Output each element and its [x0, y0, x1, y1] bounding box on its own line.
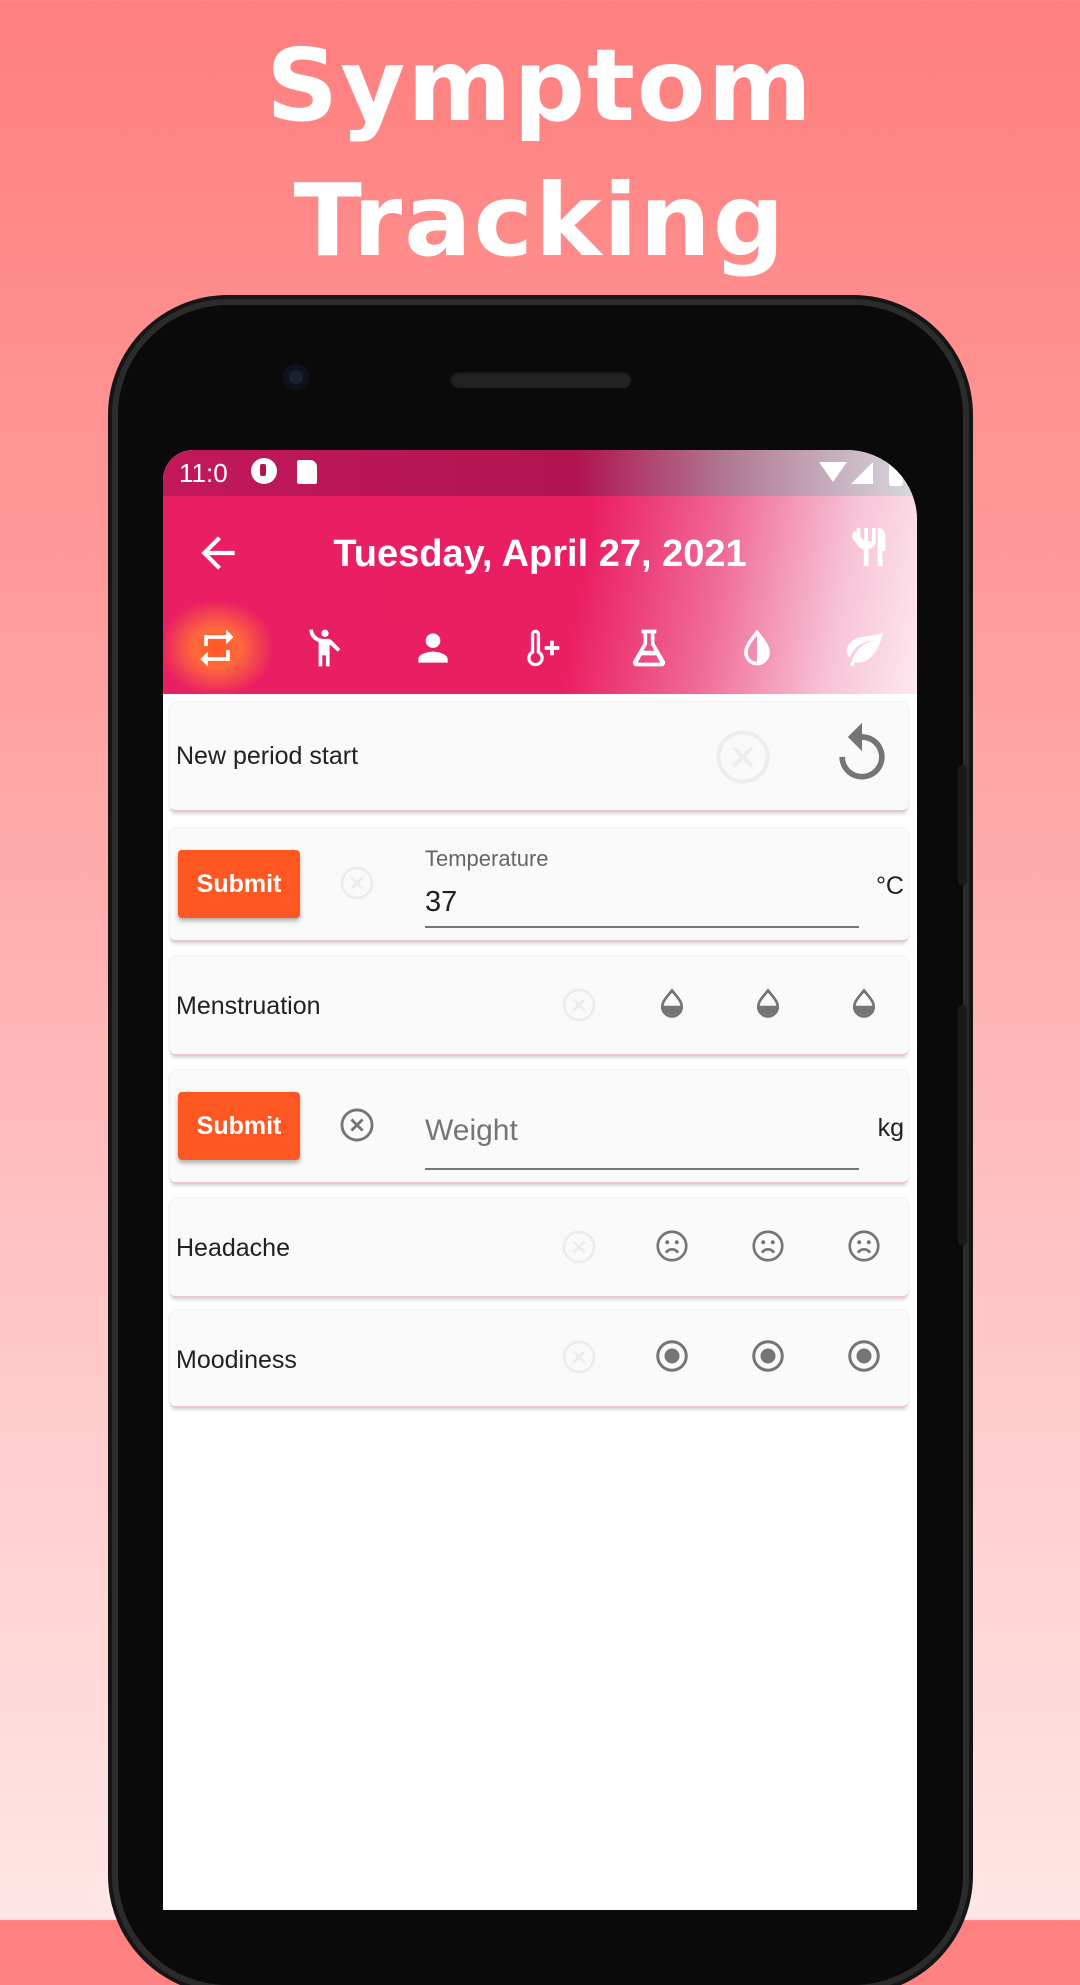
signal-icon: [851, 462, 873, 484]
person-icon: [418, 633, 448, 663]
back-arrow-icon[interactable]: [193, 528, 243, 578]
tab-tests[interactable]: [595, 602, 703, 694]
period-start-card: New period start: [170, 702, 908, 812]
headache-card: Headache: [170, 1198, 908, 1298]
menstruation-label: Menstruation: [176, 992, 321, 1020]
temperature-field-label: Temperature: [425, 846, 549, 871]
radio-checked-icon[interactable]: [846, 1338, 882, 1374]
menstruation-card: Menstruation: [170, 956, 908, 1056]
headline-line-1: Symptom: [266, 27, 814, 144]
restaurant-icon[interactable]: [847, 522, 893, 572]
wifi-icon: [819, 462, 847, 482]
phone-side-button: [958, 1005, 967, 1245]
drop-half-icon[interactable]: [750, 986, 786, 1022]
page-title: Tuesday, April 27, 2021: [333, 533, 747, 575]
weight-submit-button[interactable]: Submit: [178, 1092, 300, 1160]
headache-label: Headache: [176, 1234, 290, 1262]
app-bar: Tuesday, April 27, 2021: [163, 496, 917, 694]
tab-temperature[interactable]: [487, 602, 595, 694]
radio-checked-icon[interactable]: [654, 1338, 690, 1374]
notification-icon: [251, 458, 277, 484]
repeat-icon: [200, 629, 234, 667]
status-bar: 11:0: [163, 450, 917, 496]
status-time: 11:0: [179, 458, 228, 488]
phone-side-button: [958, 765, 967, 885]
tab-lifestyle[interactable]: [811, 602, 917, 694]
tab-bar: [163, 602, 917, 694]
clear-disabled-icon: [562, 988, 596, 1022]
weight-input[interactable]: [425, 1094, 859, 1170]
weight-unit: kg: [877, 1114, 904, 1142]
tab-profile[interactable]: [379, 602, 487, 694]
reset-icon[interactable]: [828, 720, 896, 788]
temperature-unit: °C: [875, 872, 904, 900]
sad-face-icon[interactable]: [654, 1228, 690, 1264]
tab-cycle[interactable]: [163, 602, 271, 694]
drop-half-icon: [744, 629, 770, 666]
front-camera: [283, 364, 309, 390]
weight-field: [425, 1084, 859, 1174]
weight-card: Submit kg: [170, 1070, 908, 1184]
accessibility-icon: [309, 629, 341, 667]
earpiece-speaker: [450, 370, 632, 388]
sad-face-icon[interactable]: [750, 1228, 786, 1264]
tab-flow[interactable]: [703, 602, 811, 694]
sad-face-icon[interactable]: [846, 1228, 882, 1264]
sd-card-icon: [297, 460, 317, 484]
radio-checked-icon[interactable]: [750, 1338, 786, 1374]
temperature-input[interactable]: [425, 878, 859, 928]
clear-disabled-icon: [340, 866, 374, 900]
drop-half-icon[interactable]: [654, 986, 690, 1022]
period-start-label: New period start: [176, 742, 359, 770]
leaf-icon: [846, 631, 884, 667]
temperature-card: Submit Temperature °C: [170, 828, 908, 942]
drop-half-icon[interactable]: [846, 986, 882, 1022]
moodiness-card: Moodiness: [170, 1310, 908, 1408]
temperature-submit-button[interactable]: Submit: [178, 850, 300, 918]
screen: 11:0 Tuesday, April 27, 2021 New period …: [163, 450, 917, 1910]
thermometer-plus-icon: [527, 629, 560, 667]
clear-icon[interactable]: [338, 1106, 376, 1144]
headline-line-2: Tracking: [293, 162, 787, 279]
moodiness-label: Moodiness: [176, 1346, 297, 1374]
flask-icon: [632, 629, 666, 667]
tab-activity[interactable]: [271, 602, 379, 694]
clear-disabled-icon: [562, 1340, 596, 1374]
clear-disabled-icon: [562, 1230, 596, 1264]
clear-disabled-icon: [716, 730, 770, 784]
temperature-field: Temperature: [425, 842, 859, 932]
battery-icon: [889, 460, 903, 486]
